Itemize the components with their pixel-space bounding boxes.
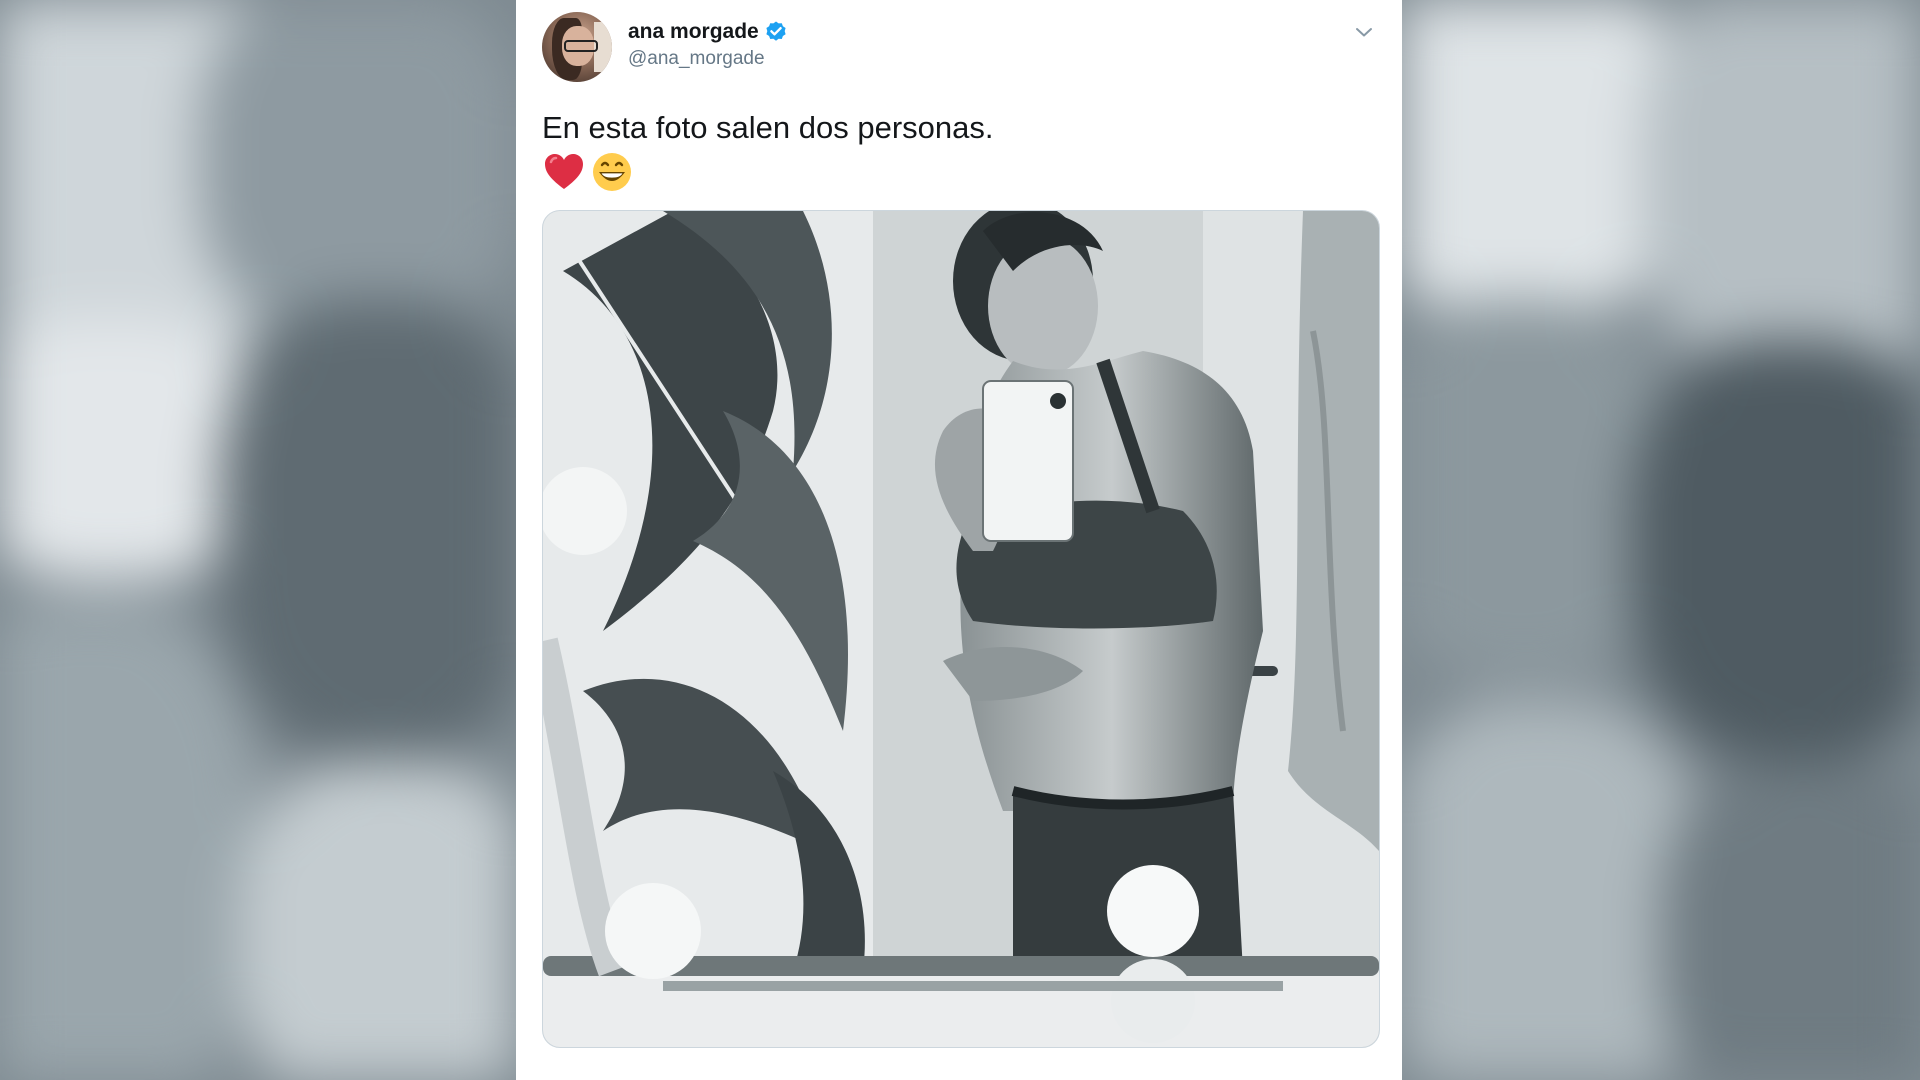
- blurred-background-right: [1402, 0, 1920, 1080]
- author-display-name[interactable]: ana morgade: [628, 20, 759, 44]
- tweet-emoji-row: [542, 150, 634, 194]
- tweet-text: En esta foto salen dos personas.: [542, 110, 994, 145]
- photo-illustration: [543, 211, 1379, 1047]
- tweet-header: ana morgade @ana_morgade: [542, 12, 1376, 84]
- red-heart-icon: [545, 154, 583, 189]
- grinning-face-icon: [593, 153, 631, 191]
- author-name-row[interactable]: ana morgade: [628, 20, 788, 44]
- verified-badge-icon: [766, 21, 786, 41]
- avatar-glasses: [564, 40, 598, 52]
- screenshot-stage: ana morgade @ana_morgade En esta foto sa…: [0, 0, 1920, 1080]
- tweet-photo[interactable]: [542, 210, 1380, 1048]
- chevron-down-icon[interactable]: [1352, 20, 1376, 44]
- author-handle[interactable]: @ana_morgade: [628, 48, 765, 70]
- author-avatar[interactable]: [542, 12, 612, 82]
- tweet-card: ana morgade @ana_morgade En esta foto sa…: [516, 0, 1402, 1080]
- blurred-background-left: [0, 0, 516, 1080]
